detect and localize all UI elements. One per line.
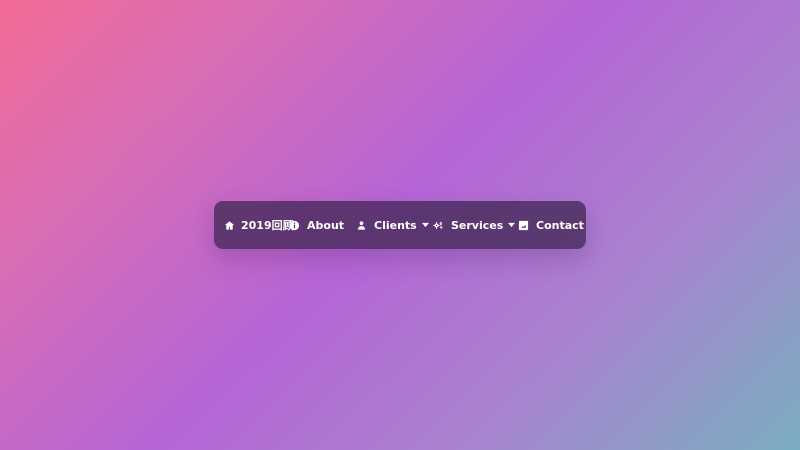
nav-services-dropdown[interactable]: Services (433, 218, 516, 232)
nav-services-label: Services (451, 218, 504, 232)
nav-home[interactable]: 2019回顾 (224, 218, 294, 232)
caret-down-icon (508, 222, 516, 228)
nav-contact-label: Contact (536, 218, 584, 232)
nav-clients-dropdown[interactable]: Clients (356, 218, 429, 232)
nav-clients-label: Clients (374, 218, 417, 232)
nav-contact[interactable]: Contact (518, 220, 584, 231)
home-icon (224, 220, 235, 231)
nav-home-label: 2019回顾 (241, 218, 294, 232)
caret-down-icon (421, 222, 429, 228)
gears-icon (433, 220, 444, 231)
user-icon (356, 220, 367, 231)
main-navigation: 2019回顾 About Clients Services Contact (214, 201, 586, 249)
nav-about[interactable]: About (289, 220, 345, 231)
nav-about-label: About (307, 218, 345, 232)
contact-card-icon (518, 220, 529, 231)
info-icon (289, 220, 300, 231)
